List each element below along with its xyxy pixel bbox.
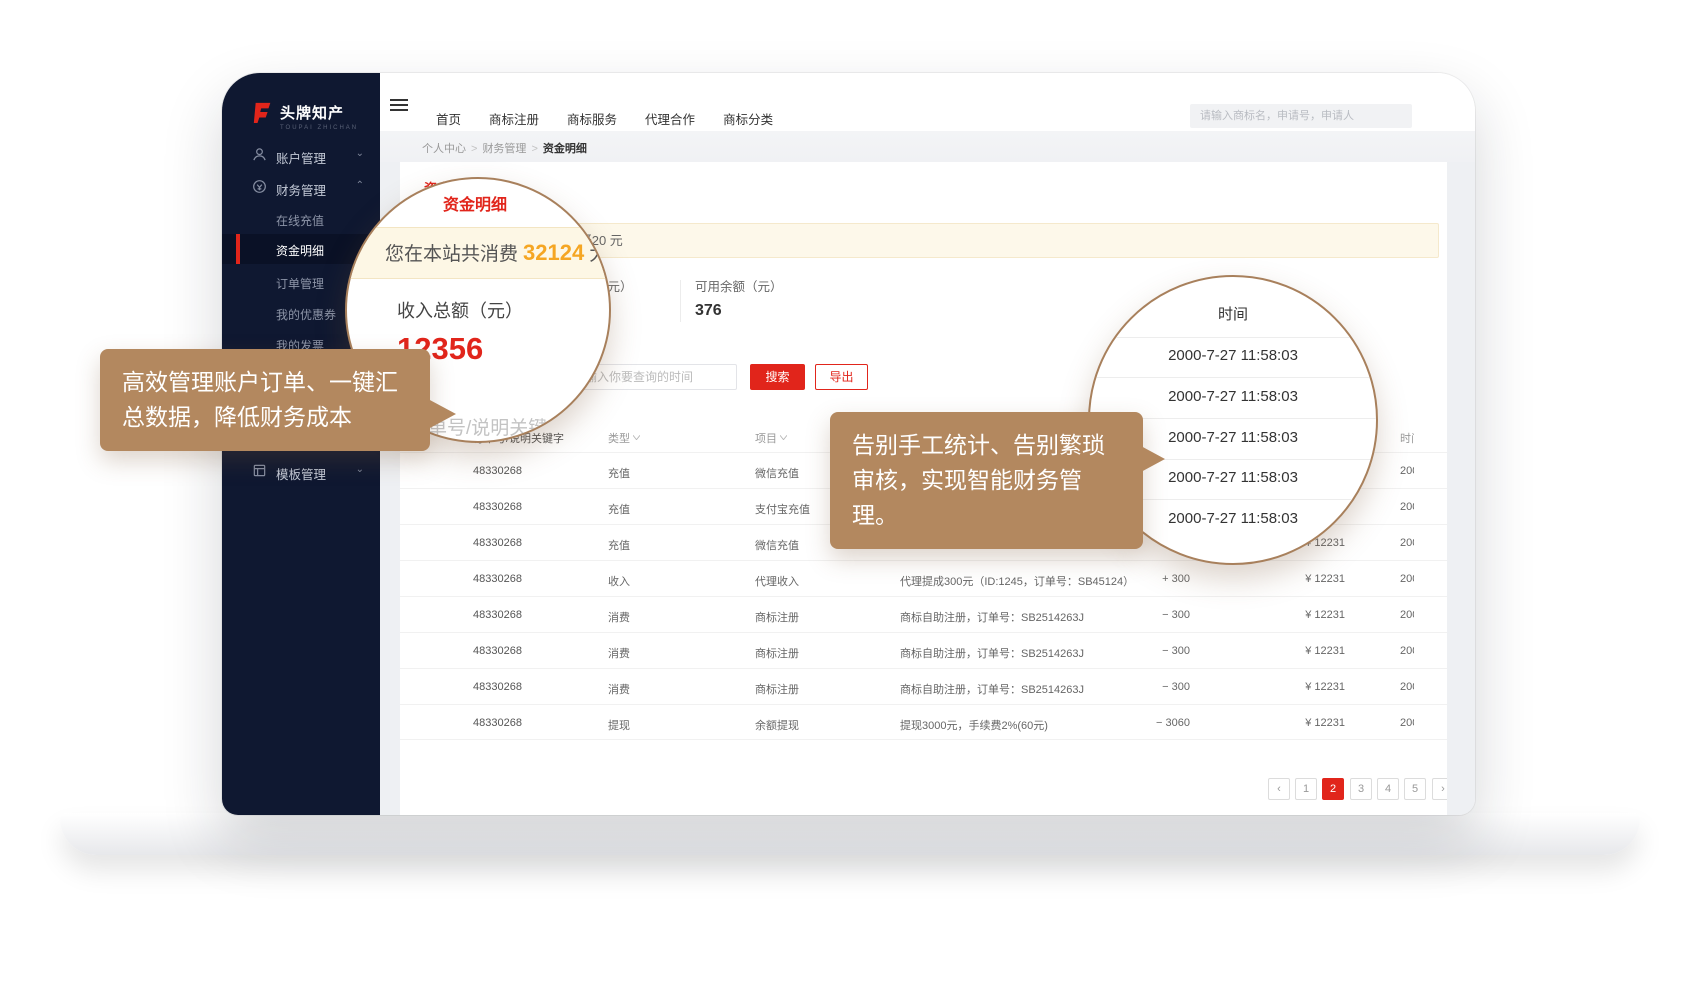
page-button-2-active[interactable]: 2	[1322, 778, 1344, 800]
breadcrumb-bar: 个人中心>财务管理>资金明细	[380, 131, 1475, 162]
export-button[interactable]: 导出	[815, 364, 868, 390]
page-button-1[interactable]: 1	[1295, 778, 1317, 800]
sort-icon	[633, 435, 640, 440]
chevron-up-icon: ⌃	[356, 180, 364, 191]
global-search-input[interactable]: 请输入商标名，申请号，申请人	[1190, 104, 1412, 128]
page-button-3[interactable]: 3	[1350, 778, 1372, 800]
sidebar-item-label: 财务管理	[276, 180, 326, 199]
magnified-banner: 您在本站共消费32124大	[345, 227, 611, 279]
brand-flag-icon	[252, 101, 274, 123]
hamburger-menu-icon[interactable]	[390, 99, 408, 112]
topbar: 首页 商标注册 商标服务 代理合作 商标分类 请输入商标名，申请号，申请人	[380, 73, 1475, 131]
callout-right: 告别手工统计、告别繁琐审核，实现智能财务管理。	[830, 412, 1143, 549]
brand-name: 头牌知产	[280, 105, 344, 122]
breadcrumb: 个人中心>财务管理>资金明细	[422, 140, 587, 156]
page-button-5[interactable]: 5	[1404, 778, 1426, 800]
table-row[interactable]: 48330268提现余额提现提现3000元，手续费2%(60元)− 3060¥ …	[400, 704, 1447, 740]
sidebar-item-finance[interactable]: 财务管理 ⌃	[222, 171, 380, 203]
finance-icon	[252, 179, 267, 194]
nav-trademark-category[interactable]: 商标分类	[723, 109, 773, 128]
chevron-down-icon: ⌄	[356, 464, 364, 475]
page-button-4[interactable]: 4	[1377, 778, 1399, 800]
magnified-time-value: 2000-7-27 11:58:03	[1090, 347, 1376, 364]
stat-divider	[680, 280, 681, 322]
brand-tagline: TOUPAI ZHICHAN	[280, 125, 358, 131]
sort-icon	[780, 435, 787, 440]
balance-label: 可用余额（元）	[695, 276, 783, 295]
table-row[interactable]: 48330268消费商标注册商标自助注册，订单号：SB2514263J− 300…	[400, 596, 1447, 632]
sidebar-item-templates[interactable]: 模板管理 ⌄	[222, 455, 380, 487]
nav-trademark-service[interactable]: 商标服务	[567, 109, 617, 128]
page-prev-button[interactable]: ‹	[1268, 778, 1290, 800]
template-icon	[252, 463, 267, 478]
sidebar-item-label: 模板管理	[276, 464, 326, 483]
magnified-time-header: 时间	[1090, 303, 1376, 324]
magnified-page-title: 资金明细	[443, 191, 507, 215]
sidebar-item-label: 账户管理	[276, 148, 326, 167]
user-icon	[252, 147, 267, 162]
nav-trademark-register[interactable]: 商标注册	[489, 109, 539, 128]
callout-left: 高效管理账户订单、一键汇总数据，降低财务成本	[100, 349, 430, 451]
laptop-base	[60, 813, 1640, 855]
nav-agent-cooperation[interactable]: 代理合作	[645, 109, 695, 128]
chevron-down-icon: ⌄	[356, 148, 364, 159]
search-button[interactable]: 搜索	[750, 364, 805, 390]
balance-value: 376	[695, 302, 722, 320]
magnified-time-value: 2000-7-27 11:58:03	[1090, 388, 1376, 405]
sidebar-item-account[interactable]: 账户管理 ⌄	[222, 139, 380, 171]
table-row[interactable]: 48330268收入代理收入代理提成300元（ID:1245，订单号：SB451…	[400, 560, 1447, 596]
pagination: ‹ 1 2 3 4 5 ›	[400, 778, 1447, 802]
table-row[interactable]: 48330268消费商标注册商标自助注册，订单号：SB2514263J− 300…	[400, 632, 1447, 668]
top-navigation: 首页 商标注册 商标服务 代理合作 商标分类	[436, 109, 773, 128]
magnified-income-label: 收入总额（元）	[397, 297, 523, 323]
laptop-mockup: 头牌知产 TOUPAI ZHICHAN 账户管理 ⌄ 财务管理 ⌃ 在线充值	[0, 0, 1696, 1002]
nav-home[interactable]: 首页	[436, 109, 461, 128]
page-next-button[interactable]: ›	[1432, 778, 1447, 800]
table-row[interactable]: 48330268消费商标注册商标自助注册，订单号：SB2514263J− 300…	[400, 668, 1447, 704]
